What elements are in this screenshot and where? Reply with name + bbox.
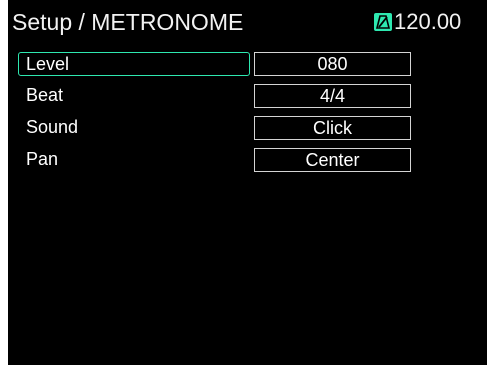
param-value-level[interactable]: 080 — [254, 52, 411, 76]
metronome-setup-screen: Setup / METRONOME 120.00 Level 080 Beat … — [8, 0, 487, 365]
tempo-display: 120.00 — [394, 9, 462, 34]
param-value-pan[interactable]: Center — [254, 148, 411, 172]
param-label-level[interactable]: Level — [18, 52, 250, 76]
metronome-icon — [374, 13, 392, 31]
param-value-beat[interactable]: 4/4 — [254, 84, 411, 108]
page-title: Setup / METRONOME — [12, 9, 244, 35]
param-label-sound[interactable]: Sound — [20, 116, 252, 140]
param-value-sound[interactable]: Click — [254, 116, 411, 140]
param-label-pan[interactable]: Pan — [20, 148, 252, 172]
param-label-beat[interactable]: Beat — [20, 84, 252, 108]
